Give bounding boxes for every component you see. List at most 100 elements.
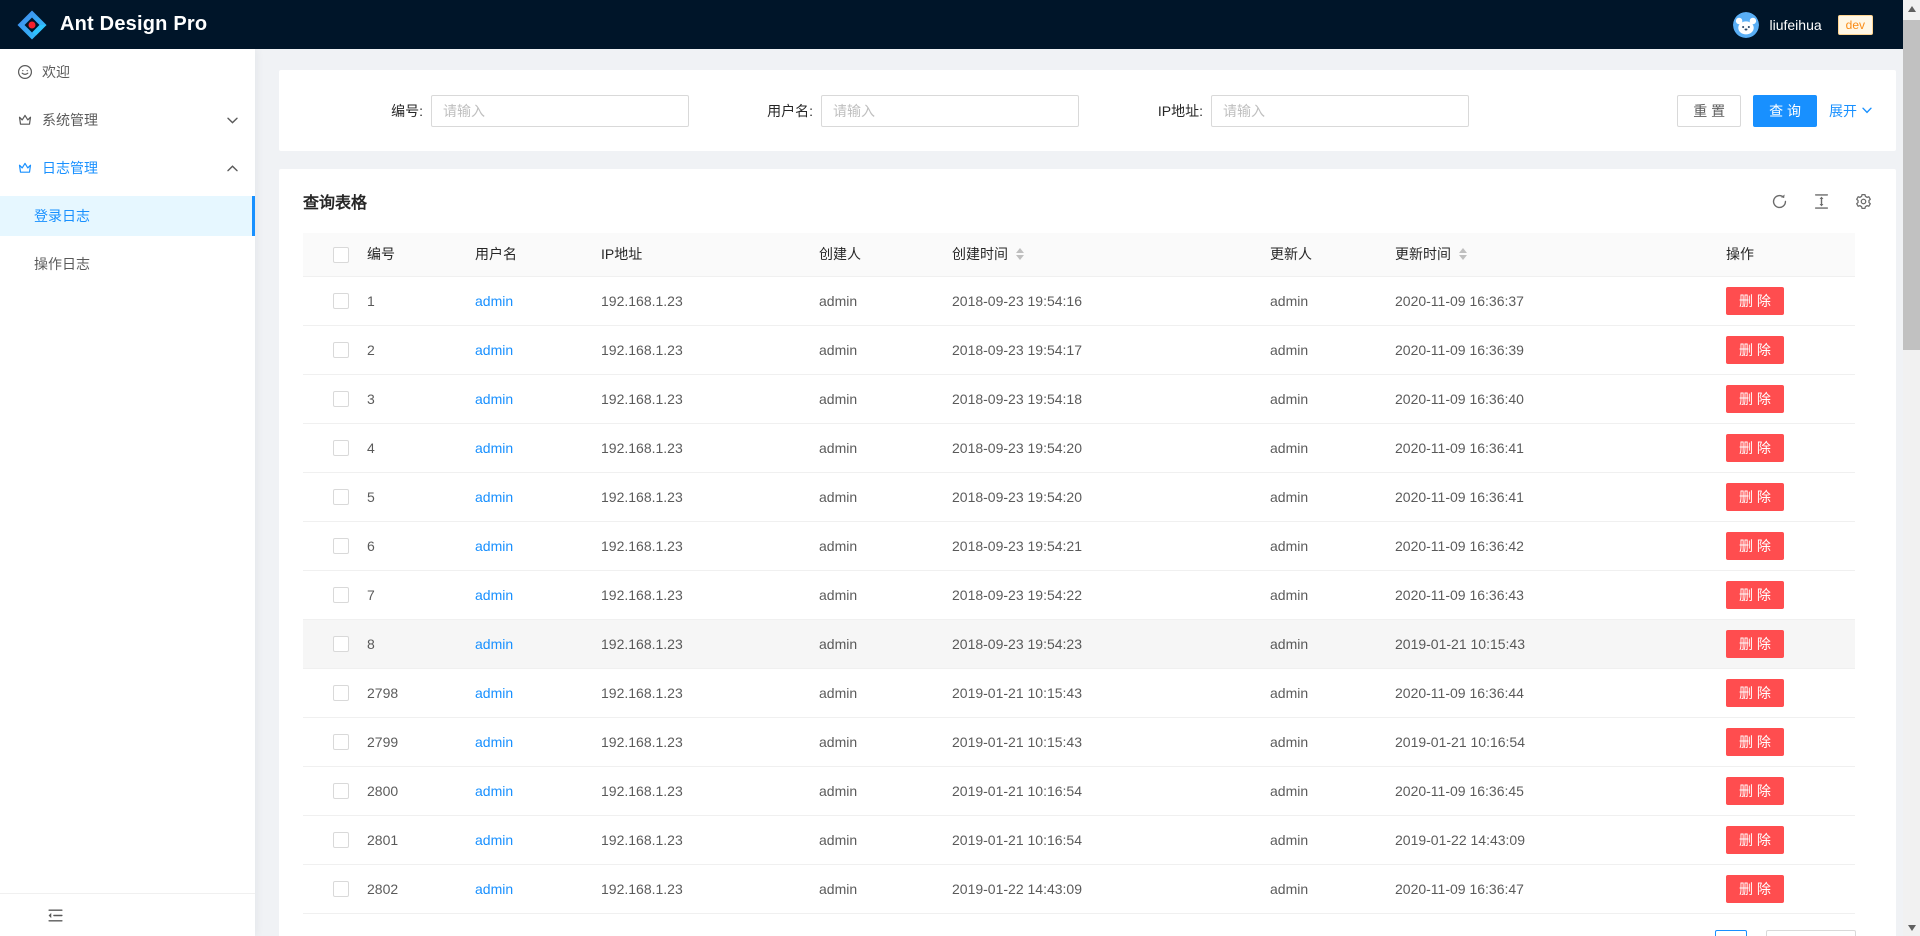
user-avatar[interactable] xyxy=(1733,12,1759,38)
cell-updater: admin xyxy=(1270,472,1395,521)
delete-button[interactable]: 删 除 xyxy=(1726,287,1784,315)
cell-creator: admin xyxy=(819,423,952,472)
username-link[interactable]: admin xyxy=(475,685,513,701)
username-link[interactable]: admin xyxy=(475,783,513,799)
row-checkbox[interactable] xyxy=(333,783,349,799)
row-checkbox[interactable] xyxy=(333,342,349,358)
sidebar-item-welcome[interactable]: 欢迎 xyxy=(0,52,255,92)
sort-carets-icon[interactable] xyxy=(1016,248,1024,260)
delete-button[interactable]: 删 除 xyxy=(1726,581,1784,609)
column-height-icon[interactable] xyxy=(1812,192,1830,210)
crown-icon xyxy=(17,160,33,176)
delete-button[interactable]: 删 除 xyxy=(1726,434,1784,462)
username-link[interactable]: admin xyxy=(475,587,513,603)
row-checkbox[interactable] xyxy=(333,587,349,603)
column-header-update-time[interactable]: 更新时间 xyxy=(1395,233,1726,276)
reset-button[interactable]: 重 置 xyxy=(1677,95,1741,127)
cell-creator: admin xyxy=(819,668,952,717)
header-user-area[interactable]: liufeihua dev xyxy=(1733,12,1873,38)
sidebar-item-system-management[interactable]: 系统管理 xyxy=(0,100,255,140)
username-link[interactable]: admin xyxy=(475,734,513,750)
delete-button[interactable]: 删 除 xyxy=(1726,875,1784,903)
row-checkbox[interactable] xyxy=(333,391,349,407)
cell-creator: admin xyxy=(819,619,952,668)
username-link[interactable]: admin xyxy=(475,489,513,505)
username-link[interactable]: admin xyxy=(475,391,513,407)
row-checkbox[interactable] xyxy=(333,881,349,897)
table-title: 查询表格 xyxy=(303,189,367,213)
pagination-page-size-select[interactable] xyxy=(1766,930,1856,936)
column-header-id: 编号 xyxy=(367,233,475,276)
cell-update-time: 2020-11-09 16:36:45 xyxy=(1395,766,1726,815)
username-link[interactable]: admin xyxy=(475,293,513,309)
cell-creator: admin xyxy=(819,570,952,619)
cell-id: 2 xyxy=(367,325,475,374)
username-label: liufeihua xyxy=(1769,17,1821,33)
expand-link[interactable]: 展开 xyxy=(1829,101,1872,121)
delete-button[interactable]: 删 除 xyxy=(1726,777,1784,805)
menu-fold-icon[interactable] xyxy=(47,907,64,924)
delete-button[interactable]: 删 除 xyxy=(1726,679,1784,707)
scrollbar-up-arrow-icon[interactable] xyxy=(1903,0,1920,17)
delete-button[interactable]: 删 除 xyxy=(1726,826,1784,854)
username-link[interactable]: admin xyxy=(475,538,513,554)
column-header-create-time[interactable]: 创建时间 xyxy=(952,233,1270,276)
cell-update-time: 2019-01-21 10:15:43 xyxy=(1395,619,1726,668)
cell-ip: 192.168.1.23 xyxy=(601,325,819,374)
table-toolbar: 查询表格 xyxy=(303,169,1872,233)
cell-create-time: 2018-09-23 19:54:20 xyxy=(952,472,1270,521)
cell-update-time: 2020-11-09 16:36:43 xyxy=(1395,570,1726,619)
row-checkbox[interactable] xyxy=(333,538,349,554)
cell-ip: 192.168.1.23 xyxy=(601,521,819,570)
cell-id: 2801 xyxy=(367,815,475,864)
table-row: 5 admin 192.168.1.23 admin 2018-09-23 19… xyxy=(303,472,1855,521)
cell-create-time: 2018-09-23 19:54:23 xyxy=(952,619,1270,668)
delete-button[interactable]: 删 除 xyxy=(1726,532,1784,560)
cell-update-time: 2019-01-22 14:43:09 xyxy=(1395,815,1726,864)
query-button[interactable]: 查 询 xyxy=(1753,95,1817,127)
sidebar-footer xyxy=(0,893,255,936)
sidebar-item-log-management[interactable]: 日志管理 xyxy=(0,148,255,188)
row-checkbox[interactable] xyxy=(333,293,349,309)
table-row: 2798 admin 192.168.1.23 admin 2019-01-21… xyxy=(303,668,1855,717)
delete-button[interactable]: 删 除 xyxy=(1726,728,1784,756)
sidebar-item-label: 操作日志 xyxy=(34,254,90,274)
username-link[interactable]: admin xyxy=(475,636,513,652)
sidebar-item-login-log[interactable]: 登录日志 xyxy=(0,196,255,236)
row-checkbox[interactable] xyxy=(333,734,349,750)
delete-button[interactable]: 删 除 xyxy=(1726,483,1784,511)
settings-icon[interactable] xyxy=(1854,192,1872,210)
row-checkbox[interactable] xyxy=(333,440,349,456)
id-field[interactable] xyxy=(431,95,689,127)
scrollbar[interactable] xyxy=(1903,0,1920,936)
scrollbar-down-arrow-icon[interactable] xyxy=(1903,919,1920,936)
cell-ip: 192.168.1.23 xyxy=(601,570,819,619)
username-field[interactable] xyxy=(821,95,1079,127)
reload-icon[interactable] xyxy=(1770,192,1788,210)
pagination-current-page-button[interactable] xyxy=(1715,930,1747,936)
username-link[interactable]: admin xyxy=(475,881,513,897)
row-checkbox[interactable] xyxy=(333,636,349,652)
cell-id: 7 xyxy=(367,570,475,619)
scrollbar-thumb[interactable] xyxy=(1903,20,1920,350)
username-link[interactable]: admin xyxy=(475,832,513,848)
sort-carets-icon[interactable] xyxy=(1459,248,1467,260)
sidebar-item-operation-log[interactable]: 操作日志 xyxy=(0,244,255,284)
chevron-up-icon xyxy=(227,165,238,172)
form-item-id: 编号: xyxy=(303,95,689,127)
cell-id: 1 xyxy=(367,276,475,325)
cell-updater: admin xyxy=(1270,374,1395,423)
row-checkbox[interactable] xyxy=(333,832,349,848)
select-all-checkbox[interactable] xyxy=(333,247,349,263)
username-link[interactable]: admin xyxy=(475,440,513,456)
table-row: 6 admin 192.168.1.23 admin 2018-09-23 19… xyxy=(303,521,1855,570)
logo-area[interactable]: Ant Design Pro xyxy=(16,9,207,41)
cell-creator: admin xyxy=(819,276,952,325)
ip-field[interactable] xyxy=(1211,95,1469,127)
username-link[interactable]: admin xyxy=(475,342,513,358)
delete-button[interactable]: 删 除 xyxy=(1726,336,1784,364)
delete-button[interactable]: 删 除 xyxy=(1726,385,1784,413)
row-checkbox[interactable] xyxy=(333,489,349,505)
row-checkbox[interactable] xyxy=(333,685,349,701)
delete-button[interactable]: 删 除 xyxy=(1726,630,1784,658)
